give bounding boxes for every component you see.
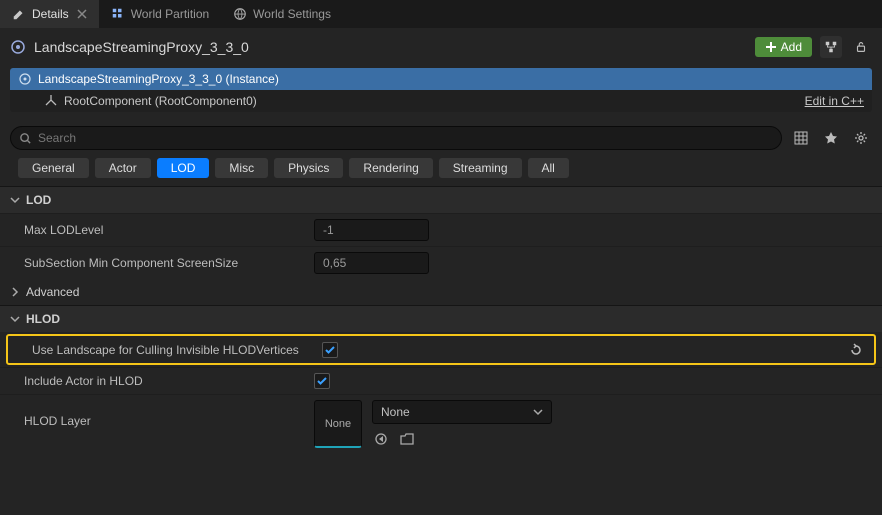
section-lod-header[interactable]: LOD: [0, 187, 882, 213]
outliner-row-label: RootComponent (RootComponent0): [64, 94, 257, 108]
filter-actor[interactable]: Actor: [95, 158, 151, 178]
filter-misc[interactable]: Misc: [215, 158, 268, 178]
outliner-row-actor[interactable]: LandscapeStreamingProxy_3_3_0 (Instance): [10, 68, 872, 90]
section-hlod: HLOD Use Landscape for Culling Invisible…: [0, 305, 882, 453]
prop-label: HLOD Layer: [24, 400, 314, 428]
actor-icon: [18, 72, 32, 86]
edit-cpp-link[interactable]: Edit in C++: [805, 94, 864, 108]
plus-icon: [765, 41, 777, 53]
filter-general[interactable]: General: [18, 158, 89, 178]
max-lod-input[interactable]: -1: [314, 219, 429, 241]
grid-icon: [111, 7, 125, 21]
chevron-down-icon: [10, 314, 20, 324]
prop-label: Max LODLevel: [24, 223, 314, 237]
highlighted-property: Use Landscape for Culling Invisible HLOD…: [6, 334, 876, 365]
section-title: LOD: [26, 193, 51, 207]
prop-subsection-screensize: SubSection Min Component ScreenSize 0,65: [0, 246, 882, 279]
outliner-row-root[interactable]: RootComponent (RootComponent0) Edit in C…: [10, 90, 872, 112]
filter-streaming[interactable]: Streaming: [439, 158, 522, 178]
chevron-down-icon: [533, 407, 543, 417]
root-icon: [44, 94, 58, 108]
actor-title: LandscapeStreamingProxy_3_3_0: [34, 39, 747, 55]
culling-checkbox[interactable]: [322, 342, 338, 358]
search-icon: [19, 132, 32, 145]
tab-world-partition[interactable]: World Partition: [99, 0, 221, 28]
subsection-input[interactable]: 0,65: [314, 252, 429, 274]
chevron-right-icon: [10, 287, 20, 297]
tab-label: World Settings: [253, 7, 331, 21]
actor-icon: [10, 39, 26, 55]
prop-label: SubSection Min Component ScreenSize: [24, 256, 314, 270]
reset-icon[interactable]: [848, 342, 864, 358]
globe-icon: [233, 7, 247, 21]
property-matrix-button[interactable]: [790, 127, 812, 149]
hlod-layer-dropdown[interactable]: None: [372, 400, 552, 424]
add-button-label: Add: [781, 40, 802, 54]
prop-include-actor-hlod: Include Actor in HLOD: [0, 367, 882, 394]
filter-rendering[interactable]: Rendering: [349, 158, 432, 178]
filter-physics[interactable]: Physics: [274, 158, 343, 178]
filter-lod[interactable]: LOD: [157, 158, 210, 178]
hlod-layer-thumbnail[interactable]: None: [314, 400, 362, 448]
close-icon[interactable]: [77, 9, 87, 19]
browse-button[interactable]: [398, 430, 416, 448]
include-hlod-checkbox[interactable]: [314, 373, 330, 389]
section-lod: LOD Max LODLevel -1 SubSection Min Compo…: [0, 186, 882, 305]
filter-all[interactable]: All: [528, 158, 569, 178]
settings-button[interactable]: [850, 127, 872, 149]
category-filters: General Actor LOD Misc Physics Rendering…: [0, 154, 882, 186]
chevron-down-icon: [10, 195, 20, 205]
tab-world-settings[interactable]: World Settings: [221, 0, 343, 28]
section-title: HLOD: [26, 312, 60, 326]
hierarchy-button[interactable]: [820, 36, 842, 58]
prop-label: Use Landscape for Culling Invisible HLOD…: [32, 343, 322, 357]
tab-bar: Details World Partition World Settings: [0, 0, 882, 28]
outliner-row-label: LandscapeStreamingProxy_3_3_0 (Instance): [38, 72, 279, 86]
search-input[interactable]: [38, 131, 773, 145]
search-bar: [0, 122, 882, 154]
component-outliner: LandscapeStreamingProxy_3_3_0 (Instance)…: [10, 68, 872, 112]
favorites-button[interactable]: [820, 127, 842, 149]
tab-label: Details: [32, 7, 69, 21]
prop-hlod-layer: HLOD Layer None None: [0, 394, 882, 453]
dropdown-value: None: [381, 405, 410, 419]
section-title: Advanced: [26, 285, 79, 299]
prop-max-lod: Max LODLevel -1: [0, 213, 882, 246]
tab-details[interactable]: Details: [0, 0, 99, 28]
section-hlod-header[interactable]: HLOD: [0, 306, 882, 332]
prop-use-landscape-culling: Use Landscape for Culling Invisible HLOD…: [8, 336, 874, 363]
actor-header: LandscapeStreamingProxy_3_3_0 Add: [0, 28, 882, 66]
prop-label: Include Actor in HLOD: [24, 374, 314, 388]
section-advanced-header[interactable]: Advanced: [0, 279, 882, 305]
add-button[interactable]: Add: [755, 37, 812, 57]
search-field[interactable]: [10, 126, 782, 150]
use-selected-button[interactable]: [372, 430, 390, 448]
lock-button[interactable]: [850, 36, 872, 58]
pencil-icon: [12, 7, 26, 21]
tab-label: World Partition: [131, 7, 209, 21]
